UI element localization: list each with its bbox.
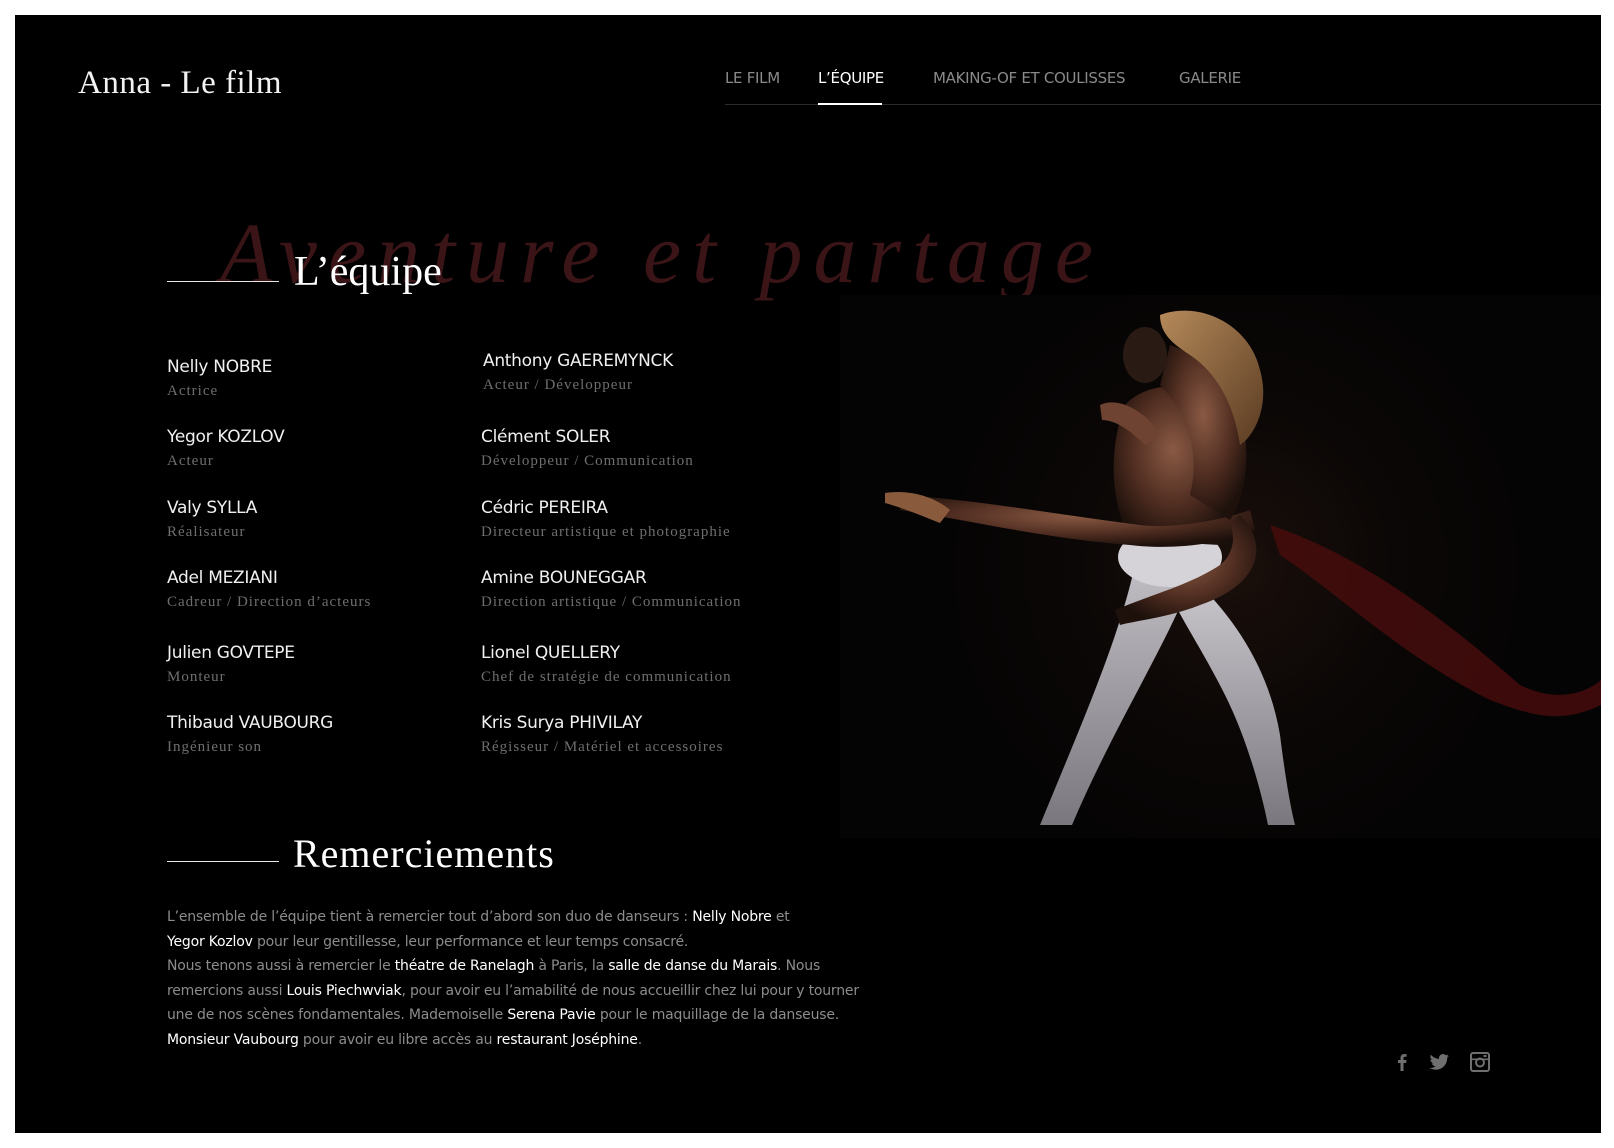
- team-member: Lionel QUELLERY Chef de stratégie de com…: [481, 643, 732, 686]
- team-member: Clément SOLER Développeur / Communicatio…: [481, 427, 694, 470]
- thanks-highlight: salle de danse du Marais: [608, 958, 778, 974]
- thanks-text: .: [637, 1031, 642, 1048]
- nav-item-le-film[interactable]: LE FILM: [725, 69, 780, 87]
- member-role: Acteur / Développeur: [483, 377, 633, 393]
- member-role: Direction artistique / Communication: [481, 594, 742, 610]
- nav-item-making-of[interactable]: MAKING-OF ET COULISSES: [933, 69, 1126, 87]
- member-name: Thibaud VAUBOURG: [167, 713, 334, 733]
- thanks-text: pour leur gentillesse, leur performance …: [252, 933, 689, 950]
- dancers-illustration: [885, 310, 1601, 825]
- thanks-text: Nous tenons aussi à remercier le: [167, 958, 395, 974]
- site-logo[interactable]: Anna - Le film: [78, 65, 282, 102]
- thanks-highlight: Monsieur Vaubourg: [167, 1031, 299, 1048]
- thanks-highlight: théatre de Ranelagh: [394, 958, 535, 974]
- member-name: Clément SOLER: [481, 427, 611, 447]
- member-role: Actrice: [167, 383, 219, 399]
- member-role: Chef de stratégie de communication: [481, 669, 732, 685]
- instagram-icon[interactable]: [1468, 1050, 1492, 1074]
- team-title-rule: [167, 281, 279, 282]
- thanks-highlight: Nelly Nobre: [692, 909, 772, 925]
- twitter-icon[interactable]: [1427, 1050, 1451, 1074]
- member-name: Kris Surya PHIVILAY: [481, 713, 643, 733]
- member-name: Adel MEZIANI: [167, 568, 278, 588]
- thanks-paragraph: L’ensemble de l’équipe tient à remercier…: [167, 905, 887, 1052]
- member-name: Nelly NOBRE: [167, 357, 273, 377]
- member-name: Lionel QUELLERY: [481, 643, 620, 663]
- member-name: Valy SYLLA: [167, 498, 258, 518]
- member-role: Ingénieur son: [167, 739, 263, 755]
- team-member: Thibaud VAUBOURG Ingénieur son: [167, 713, 333, 756]
- dancers-photo: [840, 295, 1601, 838]
- thanks-text: pour avoir eu libre accès au: [298, 1031, 497, 1048]
- member-name: Julien GOVTEPE: [167, 643, 295, 663]
- team-member: Julien GOVTEPE Monteur: [167, 643, 295, 686]
- member-role: Acteur: [167, 453, 214, 469]
- thanks-title: Remerciements: [293, 831, 555, 876]
- nav-item-equipe[interactable]: L’ÉQUIPE: [818, 69, 884, 87]
- team-member: Adel MEZIANI Cadreur / Direction d’acteu…: [167, 568, 371, 611]
- team-member: Anthony GAEREMYNCK Acteur / Développeur: [483, 351, 673, 394]
- facebook-icon[interactable]: [1390, 1050, 1414, 1074]
- member-role: Cadreur / Direction d’acteurs: [167, 594, 372, 610]
- team-member: Yegor KOZLOV Acteur: [167, 427, 285, 470]
- thanks-title-rule: [167, 861, 279, 862]
- member-role: Développeur / Communication: [481, 453, 694, 469]
- member-role: Monteur: [167, 669, 226, 685]
- thanks-text: pour le maquillage de la danseuse.: [595, 1007, 840, 1023]
- thanks-highlight: restaurant Joséphine: [496, 1031, 638, 1048]
- page-frame: Anna - Le film LE FILM L’ÉQUIPE MAKING-O…: [15, 15, 1601, 1133]
- member-name: Amine BOUNEGGAR: [481, 568, 647, 588]
- team-member: Nelly NOBRE Actrice: [167, 357, 272, 400]
- thanks-highlight: Yegor Kozlov: [167, 933, 253, 950]
- team-member: Cédric PEREIRA Directeur artistique et p…: [481, 498, 731, 541]
- team-member: Valy SYLLA Réalisateur: [167, 498, 257, 541]
- thanks-text: et: [771, 909, 790, 925]
- member-name: Cédric PEREIRA: [481, 498, 608, 518]
- team-member: Amine BOUNEGGAR Direction artistique / C…: [481, 568, 742, 611]
- thanks-text: L’ensemble de l’équipe tient à remercier…: [167, 909, 693, 925]
- member-role: Directeur artistique et photographie: [481, 524, 731, 540]
- team-member: Kris Surya PHIVILAY Régisseur / Matériel…: [481, 713, 723, 756]
- nav-active-indicator: [818, 103, 882, 105]
- member-name: Yegor KOZLOV: [167, 427, 285, 447]
- member-role: Réalisateur: [167, 524, 246, 540]
- team-title: L’équipe: [294, 249, 442, 295]
- thanks-highlight: Serena Pavie: [507, 1007, 596, 1023]
- member-role: Régisseur / Matériel et accessoires: [481, 739, 724, 755]
- thanks-highlight: Louis Piechwviak: [286, 982, 402, 999]
- thanks-text: à Paris, la: [534, 958, 609, 974]
- nav-item-galerie[interactable]: GALERIE: [1179, 69, 1241, 87]
- member-name: Anthony GAEREMYNCK: [483, 351, 673, 371]
